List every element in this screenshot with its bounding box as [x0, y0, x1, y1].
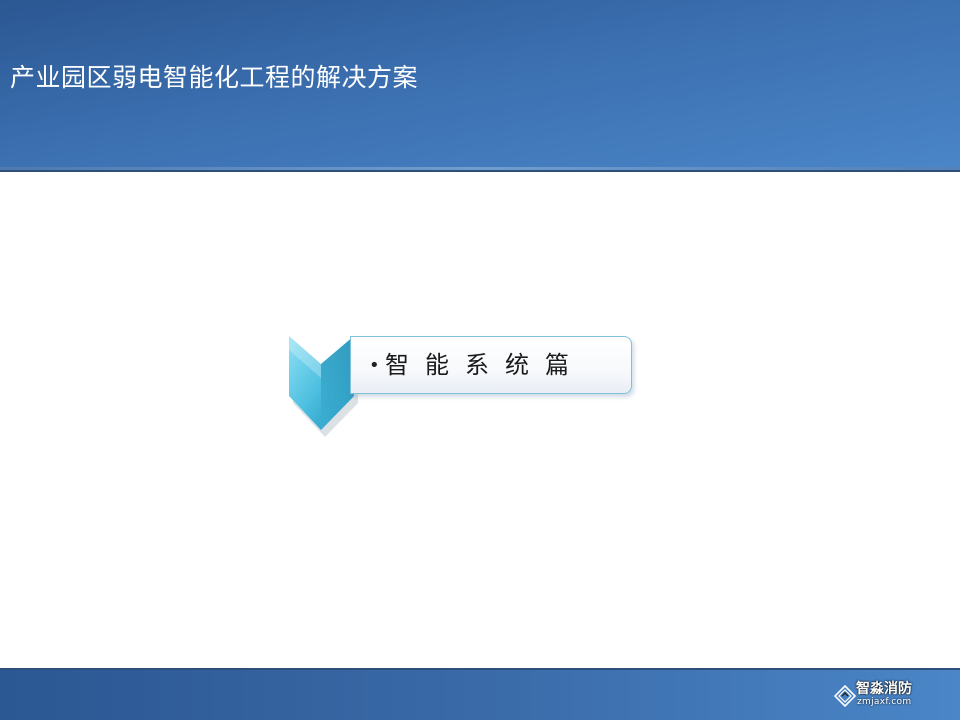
diamond-logo-icon: [834, 685, 856, 707]
section-label-box: • 智能系统篇: [350, 336, 632, 394]
slide: 产业园区弱电智能化工程的解决方案 • 智能系统篇 智淼消防 zmjaxf.com: [0, 0, 960, 720]
watermark: 智淼消防 zmjaxf.com: [834, 681, 930, 711]
header-band: 产业园区弱电智能化工程的解决方案: [0, 0, 960, 172]
slide-title: 产业园区弱电智能化工程的解决方案: [10, 63, 419, 92]
section-label: 智能系统篇: [385, 351, 585, 379]
section-card: • 智能系统篇: [288, 334, 638, 437]
watermark-url: zmjaxf.com: [857, 697, 912, 707]
bullet-marker: •: [369, 355, 380, 376]
watermark-name: 智淼消防: [856, 681, 912, 697]
footer-band: 智淼消防 zmjaxf.com: [0, 668, 960, 720]
